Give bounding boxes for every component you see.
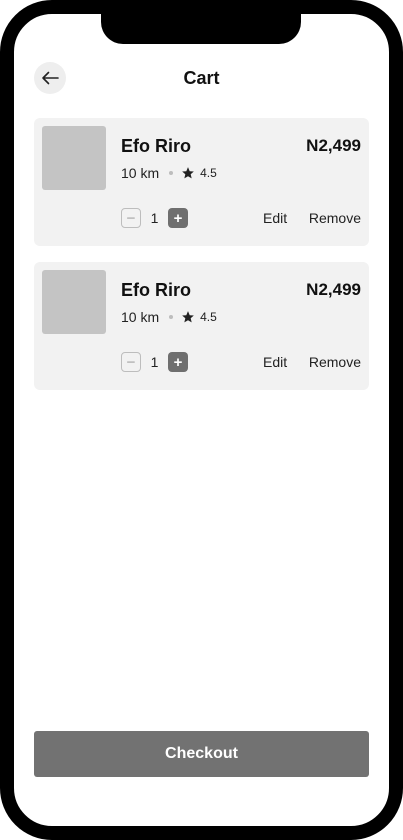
page-title: Cart	[183, 68, 220, 88]
food-image-placeholder	[42, 270, 106, 334]
item-distance: 10 km	[121, 309, 160, 325]
item-price: N2,499	[306, 280, 361, 299]
increase-quantity-button[interactable]: +	[168, 208, 188, 228]
increase-quantity-button[interactable]: +	[168, 352, 188, 372]
separator-dot	[169, 171, 174, 175]
item-name: Efo Riro	[121, 280, 191, 300]
cart-item-card: Efo Riro N2,499 10 km 4.5 − 1 + Edit Rem…	[34, 118, 369, 246]
quantity-stepper: − 1 +	[121, 208, 188, 228]
item-distance: 10 km	[121, 165, 160, 181]
star-icon	[181, 166, 195, 180]
device-notch	[101, 14, 301, 44]
remove-button[interactable]: Remove	[309, 353, 361, 371]
item-meta: 10 km 4.5	[121, 164, 217, 182]
edit-button[interactable]: Edit	[263, 353, 287, 371]
star-icon	[181, 310, 195, 324]
item-meta: 10 km 4.5	[121, 308, 217, 326]
edit-button[interactable]: Edit	[263, 209, 287, 227]
item-name: Efo Riro	[121, 136, 191, 156]
item-rating: 4.5	[200, 166, 217, 180]
item-rating: 4.5	[200, 310, 217, 324]
phone-frame: Cart Efo Riro N2,499 10 km 4.5 − 1 + Edi…	[0, 0, 403, 840]
food-image-placeholder	[42, 126, 106, 190]
quantity-value: 1	[150, 210, 159, 226]
cart-item-card: Efo Riro N2,499 10 km 4.5 − 1 + Edit Rem…	[34, 262, 369, 390]
item-price: N2,499	[306, 136, 361, 155]
decrease-quantity-button[interactable]: −	[121, 208, 141, 228]
remove-button[interactable]: Remove	[309, 209, 361, 227]
separator-dot	[169, 315, 174, 319]
quantity-stepper: − 1 +	[121, 352, 188, 372]
quantity-value: 1	[150, 354, 159, 370]
checkout-button[interactable]: Checkout	[34, 731, 369, 777]
decrease-quantity-button[interactable]: −	[121, 352, 141, 372]
